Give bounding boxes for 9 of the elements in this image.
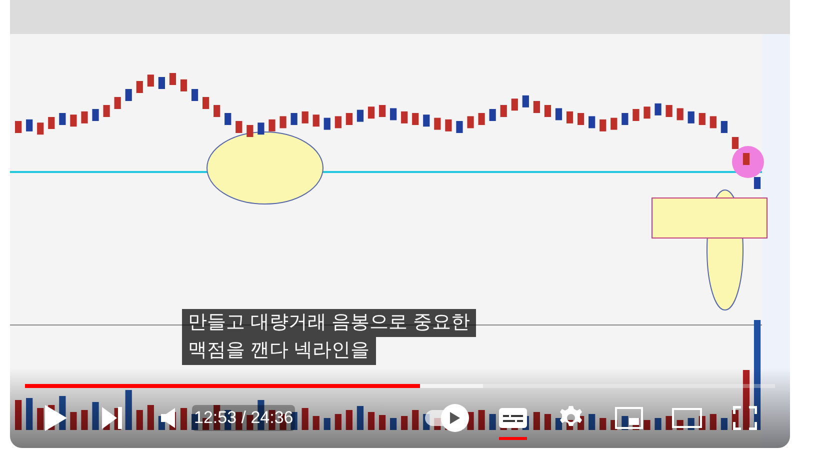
- theater-icon: [672, 408, 702, 428]
- progress-track[interactable]: [25, 384, 775, 388]
- play-icon: [450, 412, 460, 424]
- miniplayer-icon: [615, 407, 644, 429]
- skip-next-icon: [102, 407, 122, 429]
- play-icon: [45, 405, 67, 431]
- captions-icon: [499, 408, 528, 428]
- speaker-icon: [161, 408, 175, 428]
- fullscreen-icon: [733, 406, 758, 430]
